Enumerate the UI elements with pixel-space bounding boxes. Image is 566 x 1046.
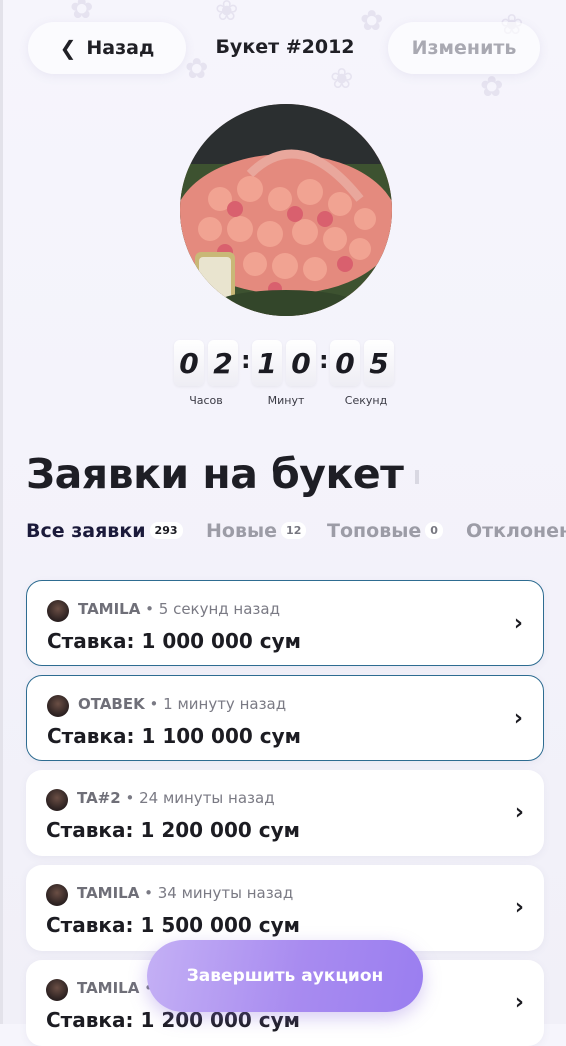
tab-all-label: Все заявки bbox=[26, 520, 146, 542]
hours-digit-1: 0 bbox=[174, 340, 204, 386]
bid-card[interactable]: TAMILA • 34 минуты назад Ставка: 1 500 0… bbox=[26, 865, 544, 951]
bidder-name: TAMILA bbox=[78, 600, 141, 618]
tab-new-count: 12 bbox=[281, 522, 307, 539]
section-title: Заявки на букет bbox=[26, 450, 420, 498]
bouquet-image bbox=[180, 104, 392, 316]
tab-rejected[interactable]: Отклонен bbox=[466, 520, 566, 542]
chevron-right-icon: › bbox=[513, 611, 523, 636]
bid-amount: Ставка: 1 100 000 сум bbox=[47, 724, 301, 748]
bid-card[interactable]: TAMILA • 5 секунд назад Ставка: 1 000 00… bbox=[26, 580, 544, 666]
timer-separator: : bbox=[241, 346, 251, 374]
title-cursor bbox=[415, 470, 420, 484]
minutes-digit-1: 1 bbox=[252, 340, 282, 386]
tab-new-label: Новые bbox=[206, 520, 278, 542]
chevron-right-icon: › bbox=[514, 990, 524, 1015]
bidder-name: OTABEK bbox=[78, 695, 145, 713]
avatar bbox=[46, 884, 68, 906]
bid-time: • 5 секунд назад bbox=[145, 600, 280, 618]
bidder-name: TAMILA bbox=[77, 884, 140, 902]
avatar bbox=[46, 979, 68, 1001]
chevron-right-icon: › bbox=[514, 800, 524, 825]
bid-meta: TAMILA • bbox=[77, 979, 153, 997]
page-title: Букет #2012 bbox=[215, 36, 355, 58]
bid-amount: Ставка: 1 500 000 сум bbox=[46, 913, 300, 937]
bid-time: • 24 минуты назад bbox=[125, 789, 275, 807]
tab-top-count: 0 bbox=[425, 522, 443, 539]
phone-edge bbox=[0, 0, 3, 1024]
chevron-right-icon: › bbox=[513, 706, 523, 731]
back-button[interactable]: ❮ Назад bbox=[28, 22, 186, 74]
tab-new[interactable]: Новые 12 bbox=[206, 520, 307, 542]
tab-top-label: Топовые bbox=[327, 520, 422, 542]
minutes-digit-2: 0 bbox=[286, 340, 316, 386]
bidder-name: TAMILA bbox=[77, 979, 140, 997]
bid-time: • 1 минуту назад bbox=[149, 695, 287, 713]
bid-amount: Ставка: 1 200 000 сум bbox=[46, 818, 300, 842]
bid-meta: TA#2 • 24 минуты назад bbox=[77, 789, 275, 807]
section-title-text: Заявки на букет bbox=[26, 450, 404, 498]
chevron-right-icon: › bbox=[514, 895, 524, 920]
hours-label: Часов bbox=[189, 394, 223, 407]
tab-all[interactable]: Все заявки 293 bbox=[26, 520, 183, 542]
back-label: Назад bbox=[86, 37, 155, 59]
bid-amount: Ставка: 1 000 000 сум bbox=[47, 629, 301, 653]
hours-digit-2: 2 bbox=[208, 340, 238, 386]
timer-separator: : bbox=[319, 346, 329, 374]
countdown-timer: 0 2 : 1 0 : 0 5 bbox=[172, 340, 402, 390]
tab-rejected-label: Отклонен bbox=[466, 520, 566, 542]
bid-meta: TAMILA • 5 секунд назад bbox=[78, 600, 280, 618]
tab-all-count: 293 bbox=[149, 522, 183, 539]
bid-card[interactable]: TA#2 • 24 минуты назад Ставка: 1 200 000… bbox=[26, 770, 544, 856]
chevron-left-icon: ❮ bbox=[59, 36, 77, 60]
seconds-digit-1: 0 bbox=[330, 340, 360, 386]
avatar bbox=[46, 789, 68, 811]
minutes-label: Минут bbox=[267, 394, 305, 407]
avatar bbox=[47, 600, 69, 622]
edit-button[interactable]: Изменить bbox=[388, 22, 540, 74]
bid-time: • 34 минуты назад bbox=[144, 884, 294, 902]
avatar bbox=[47, 695, 69, 717]
bid-meta: OTABEK • 1 минуту назад bbox=[78, 695, 286, 713]
finish-auction-button[interactable]: Завершить аукцион bbox=[147, 940, 423, 1012]
seconds-label: Секунд bbox=[344, 394, 388, 407]
seconds-digit-2: 5 bbox=[364, 340, 394, 386]
bid-meta: TAMILA • 34 минуты назад bbox=[77, 884, 293, 902]
bidder-name: TA#2 bbox=[77, 789, 121, 807]
bid-card[interactable]: OTABEK • 1 минуту назад Ставка: 1 100 00… bbox=[26, 675, 544, 761]
tab-top[interactable]: Топовые 0 bbox=[327, 520, 443, 542]
bouquet-photo bbox=[180, 104, 392, 316]
